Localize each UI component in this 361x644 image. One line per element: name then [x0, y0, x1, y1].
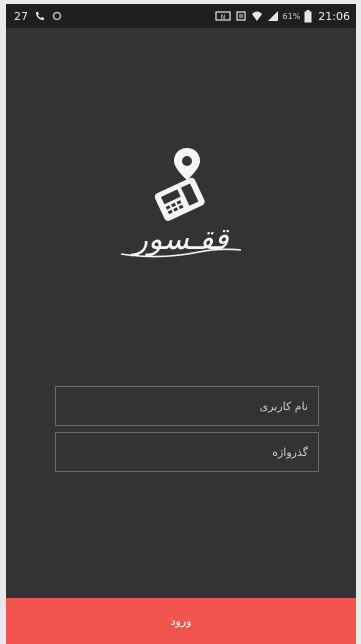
nfc-icon: N: [214, 10, 231, 22]
app-screen: 27 N 61% 21:06 ققـسور نام کاربری ورود: [6, 4, 356, 644]
login-button[interactable]: ورود: [6, 598, 356, 644]
status-bar: 27 N 61% 21:06: [6, 4, 356, 28]
username-input[interactable]: [56, 387, 318, 425]
app-notification-icon: [52, 11, 62, 21]
notification-count: 27: [14, 9, 28, 23]
username-field-wrapper: [55, 386, 319, 426]
logo-swoosh: [120, 248, 242, 258]
signal-icon: [267, 10, 279, 22]
password-field-wrapper: [55, 432, 319, 472]
svg-text:N: N: [220, 14, 225, 21]
status-time: 21:06: [318, 9, 350, 23]
battery-percent: 61%: [282, 11, 301, 21]
status-right: N 61% 21:06: [214, 4, 350, 28]
battery-icon: [304, 9, 312, 23]
status-left: 27: [14, 4, 62, 28]
app-logo: ققـسور: [111, 144, 251, 264]
pos-terminal-icon: [154, 148, 205, 221]
wifi-icon: [251, 10, 263, 22]
alarm-icon: [235, 10, 247, 22]
password-input[interactable]: [56, 433, 318, 471]
missed-call-icon: [34, 10, 46, 22]
